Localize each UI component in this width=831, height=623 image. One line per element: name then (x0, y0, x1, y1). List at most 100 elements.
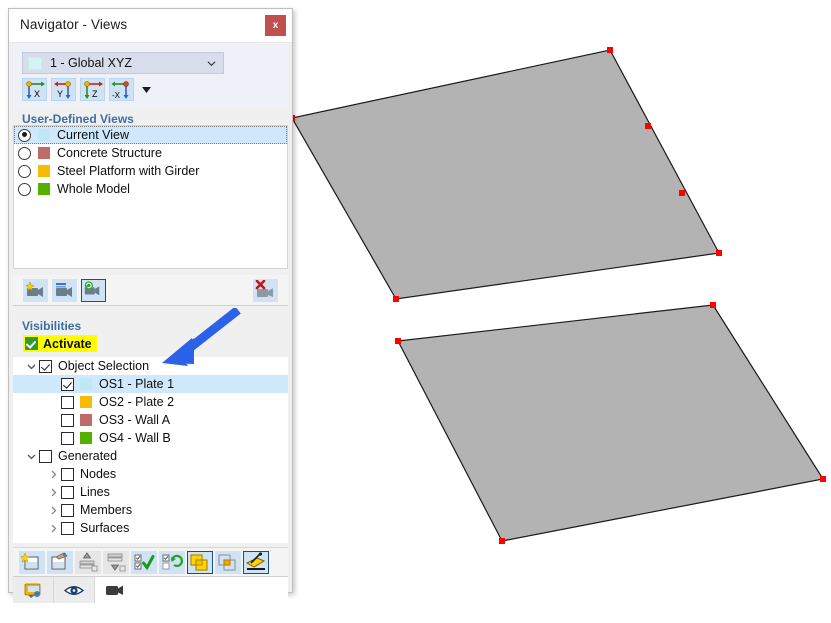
view-axis-negx-icon[interactable]: -X (109, 78, 134, 101)
view-color-swatch (38, 165, 50, 177)
tabbar-filler (135, 577, 288, 603)
view-color-swatch (38, 129, 50, 141)
invert-selection-icon[interactable] (159, 550, 185, 574)
activate-toggle[interactable]: Activate (23, 335, 97, 352)
tree-row[interactable]: Members (13, 501, 288, 519)
remove-from-visibility-icon[interactable] (103, 550, 129, 574)
view-radio[interactable] (18, 146, 31, 160)
activate-checkbox[interactable] (25, 337, 38, 350)
view-axis-y-icon[interactable]: Y (51, 78, 76, 101)
view-actions-toolbar[interactable] (13, 275, 288, 306)
view-axis-x-icon[interactable]: X (22, 78, 47, 101)
tree-row[interactable]: OS3 - Wall A (13, 411, 288, 429)
select-all-icon[interactable] (131, 550, 157, 574)
navigator-titlebar: Navigator - Views x (9, 9, 292, 43)
close-button[interactable]: x (265, 15, 286, 36)
node-marker[interactable] (820, 476, 826, 482)
chevron-right-icon[interactable] (45, 483, 61, 501)
view-selector-value: 1 - Global XYZ (50, 56, 132, 70)
view-radio[interactable] (18, 182, 31, 196)
view-list-item[interactable]: Steel Platform with Girder (14, 162, 287, 180)
tree-row[interactable]: Surfaces (13, 519, 288, 537)
tree-checkbox[interactable] (61, 395, 74, 409)
tree-checkbox[interactable] (61, 503, 74, 517)
surface-plate-2[interactable] (397, 304, 824, 542)
tree-checkbox[interactable] (61, 485, 74, 499)
delete-view-icon[interactable] (253, 279, 278, 302)
tree-row[interactable]: Nodes (13, 465, 288, 483)
show-hidden-objects-icon[interactable] (187, 550, 213, 574)
tree-color-swatch (80, 378, 92, 390)
view-item-label: Steel Platform with Girder (57, 164, 200, 178)
app-root: Navigator - Views x 1 - Global XYZ X Y Z… (0, 0, 831, 623)
visibilities-tree[interactable]: Object Selection OS1 - Plate 1 OS2 - Plate… (13, 357, 288, 543)
edit-view-icon[interactable] (52, 279, 77, 302)
tree-checkbox[interactable] (61, 521, 74, 535)
display-properties-icon (24, 583, 40, 598)
tree-checkbox[interactable] (61, 467, 74, 481)
tree-row-label: Generated (58, 449, 118, 463)
tab-views[interactable] (54, 577, 95, 603)
chevron-right-icon[interactable] (45, 501, 61, 519)
clipping-plane-icon[interactable] (243, 550, 269, 574)
svg-text:Y: Y (57, 89, 63, 99)
node-marker[interactable] (716, 250, 722, 256)
view-list-item[interactable]: Current View (14, 126, 287, 144)
surface-plate-1[interactable] (291, 49, 720, 300)
tab-display[interactable] (13, 577, 54, 603)
view-color-swatch (28, 57, 42, 70)
view-radio[interactable] (18, 128, 31, 142)
node-marker[interactable] (395, 338, 401, 344)
node-marker[interactable] (710, 302, 716, 308)
chevron-down-icon[interactable] (23, 447, 39, 465)
tree-row[interactable]: OS2 - Plate 2 (13, 393, 288, 411)
tree-row[interactable]: Lines (13, 483, 288, 501)
node-marker[interactable] (393, 296, 399, 302)
transparent-mode-icon[interactable] (215, 550, 241, 574)
tree-row[interactable]: Object Selection (13, 357, 288, 375)
svg-text:-X: -X (112, 91, 121, 100)
node-marker[interactable] (679, 190, 685, 196)
tree-checkbox[interactable] (61, 377, 74, 391)
new-visibility-icon[interactable] (19, 550, 45, 574)
tab-camera[interactable] (95, 577, 135, 603)
view-radio[interactable] (18, 164, 31, 178)
node-marker[interactable] (607, 47, 613, 53)
caret-down-icon[interactable] (138, 78, 154, 101)
navigator-views-panel[interactable]: Navigator - Views x 1 - Global XYZ X Y Z… (8, 8, 293, 603)
user-defined-views-list[interactable]: Current View Concrete Structure Steel Plat… (13, 125, 288, 269)
user-defined-views-header: User-Defined Views (22, 112, 134, 126)
chevron-down-icon[interactable] (23, 357, 39, 375)
svg-text:Z: Z (92, 89, 98, 99)
tree-row-label: OS2 - Plate 2 (99, 395, 175, 409)
tree-checkbox[interactable] (61, 431, 74, 445)
tree-row[interactable]: OS1 - Plate 1 (13, 375, 288, 393)
new-view-icon[interactable] (23, 279, 48, 302)
view-list-item[interactable]: Concrete Structure (14, 144, 287, 162)
navigator-tabbar[interactable] (13, 576, 288, 603)
add-to-visibility-icon[interactable] (75, 550, 101, 574)
view-axis-z-icon[interactable]: Z (80, 78, 105, 101)
view-selection-pane: 1 - Global XYZ X Y Z -X (13, 45, 288, 108)
tree-checkbox[interactable] (61, 413, 74, 427)
tree-color-swatch (80, 414, 92, 426)
visibilities-toolbar[interactable] (13, 547, 288, 576)
axis-view-toolbar[interactable]: X Y Z -X (22, 78, 154, 101)
node-marker[interactable] (645, 123, 651, 129)
chevron-right-icon[interactable] (45, 465, 61, 483)
tree-checkbox[interactable] (39, 359, 52, 373)
refresh-view-icon[interactable] (81, 279, 106, 302)
view-list-item[interactable]: Whole Model (14, 180, 287, 198)
tree-row-label: Nodes (80, 467, 117, 481)
chevron-right-icon[interactable] (45, 519, 61, 537)
view-selector-combobox[interactable]: 1 - Global XYZ (22, 52, 224, 74)
edit-visibility-icon[interactable] (47, 550, 73, 574)
tree-row[interactable]: Generated (13, 447, 288, 465)
surfaces-group (291, 49, 824, 542)
tree-checkbox[interactable] (39, 449, 52, 463)
window-title: Navigator - Views (20, 17, 128, 32)
node-marker[interactable] (499, 538, 505, 544)
tree-row[interactable]: OS4 - Wall B (13, 429, 288, 447)
